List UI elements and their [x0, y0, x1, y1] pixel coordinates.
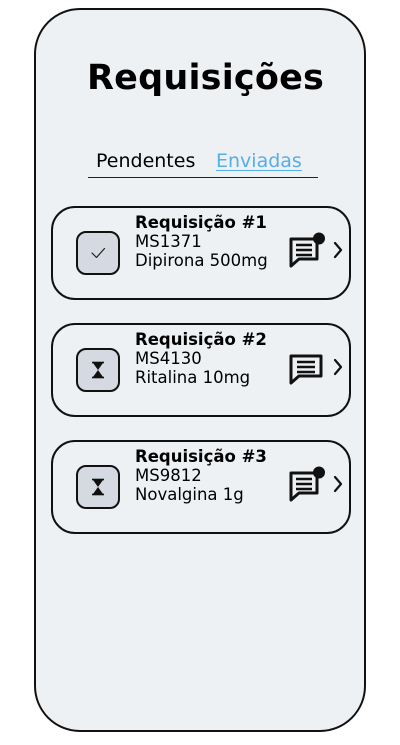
- requisition-card-1[interactable]: Requisição #1 MS1371 Dipirona 500mg: [51, 206, 351, 300]
- requisition-code: MS9812: [135, 466, 202, 485]
- requisition-medication: Novalgina 1g: [135, 485, 244, 504]
- requisition-card-3[interactable]: Requisição #3 MS9812 Novalgina 1g: [51, 440, 351, 534]
- requisition-title: Requisição #1: [135, 213, 267, 232]
- status-box: [76, 231, 120, 275]
- hourglass-icon: [92, 478, 104, 496]
- requisition-details: Requisição #1 MS1371 Dipirona 500mg: [135, 213, 268, 270]
- requisition-card-2[interactable]: Requisição #2 MS4130 Ritalina 10mg: [51, 323, 351, 417]
- tab-enviadas[interactable]: Enviadas: [216, 150, 302, 172]
- requisition-title: Requisição #3: [135, 447, 267, 466]
- requisition-medication: Ritalina 10mg: [135, 368, 251, 387]
- tab-bar: Pendentes Enviadas: [88, 150, 318, 178]
- message-unread-icon[interactable]: [287, 466, 329, 506]
- requisition-code: MS1371: [135, 232, 202, 251]
- status-box: [76, 348, 120, 392]
- chevron-right-icon[interactable]: [332, 474, 344, 494]
- chevron-right-icon[interactable]: [332, 357, 344, 377]
- status-box: [76, 465, 120, 509]
- requisition-code: MS4130: [135, 349, 202, 368]
- chevron-right-icon[interactable]: [332, 240, 344, 260]
- requisition-details: Requisição #2 MS4130 Ritalina 10mg: [135, 330, 267, 387]
- tab-pendentes[interactable]: Pendentes: [96, 150, 195, 172]
- requisition-medication: Dipirona 500mg: [135, 251, 268, 270]
- requisition-details: Requisição #3 MS9812 Novalgina 1g: [135, 447, 267, 504]
- phone-frame: Requisições Pendentes Enviadas Requisiçã…: [34, 8, 366, 732]
- hourglass-icon: [92, 361, 104, 379]
- requisition-title: Requisição #2: [135, 330, 267, 349]
- check-icon: [91, 247, 106, 259]
- message-icon[interactable]: [287, 349, 329, 389]
- message-unread-icon[interactable]: [287, 232, 329, 272]
- page-title: Requisições: [87, 58, 325, 98]
